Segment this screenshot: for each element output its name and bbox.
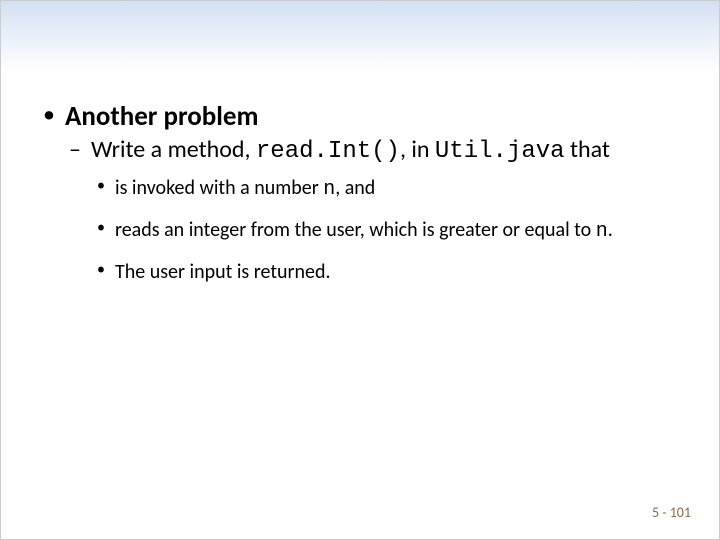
- bullet-list-level1: Another problem Write a method, read.Int…: [39, 101, 681, 286]
- list-item: The user input is returned.: [91, 259, 681, 286]
- text: , in: [400, 135, 435, 164]
- content-area: Another problem Write a method, read.Int…: [39, 101, 681, 300]
- slide: Another problem Write a method, read.Int…: [0, 0, 720, 540]
- list-item: reads an integer from the user, which is…: [91, 217, 681, 245]
- list-item: Another problem Write a method, read.Int…: [39, 101, 681, 286]
- list-item: Write a method, read.Int(), in Util.java…: [65, 136, 681, 286]
- text: , and: [335, 176, 375, 200]
- list-item: is invoked with a number n, and: [91, 175, 681, 203]
- code-file: Util.java: [435, 138, 565, 165]
- text: Write a method,: [91, 135, 256, 164]
- problem-title: Another problem: [65, 100, 258, 133]
- page-number: 5 - 101: [652, 504, 691, 521]
- text: reads an integer from the user, which is…: [115, 218, 596, 242]
- code-var: n: [596, 220, 608, 243]
- text: is invoked with a number: [115, 176, 323, 200]
- code-method: read.Int(): [256, 138, 400, 165]
- bullet-list-level3: is invoked with a number n, and reads an…: [91, 175, 681, 286]
- text: The user input is returned.: [115, 260, 331, 284]
- bullet-list-level2: Write a method, read.Int(), in Util.java…: [65, 136, 681, 286]
- code-var: n: [323, 178, 335, 201]
- text: .: [608, 218, 613, 242]
- text: that: [565, 135, 610, 164]
